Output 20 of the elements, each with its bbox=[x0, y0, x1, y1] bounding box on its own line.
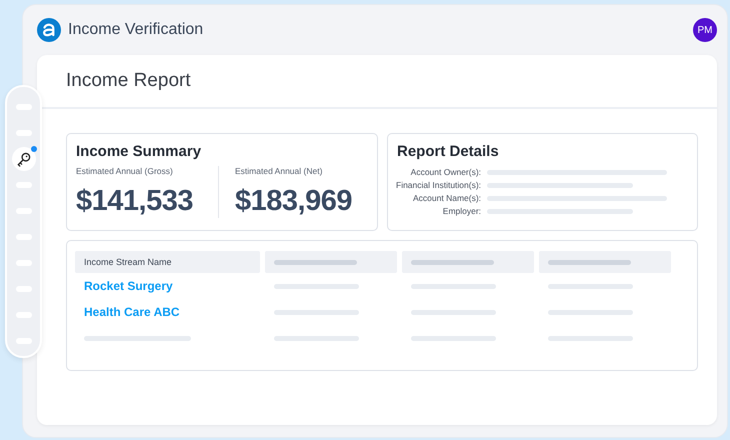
income-stream-link[interactable]: Health Care ABC bbox=[84, 305, 180, 319]
income-stream-link[interactable]: Rocket Surgery bbox=[84, 279, 173, 293]
field-label: Account Name(s): bbox=[412, 193, 482, 203]
figure-value: $183,969 bbox=[235, 185, 352, 218]
logo-icon bbox=[37, 18, 61, 42]
field-label: Account Owner(s): bbox=[410, 167, 482, 177]
column-label: Income Stream Name bbox=[84, 257, 172, 267]
key-icon bbox=[16, 152, 31, 166]
user-avatar[interactable]: PM bbox=[693, 18, 717, 42]
key-button[interactable] bbox=[12, 147, 36, 171]
figure-value: $141,533 bbox=[76, 185, 194, 218]
panel-title: Report Details bbox=[397, 143, 500, 160]
panel-title: Income Summary bbox=[76, 143, 202, 160]
field-label: Financial Institution(s): bbox=[396, 180, 482, 190]
figure-label: Estimated Annual (Net) bbox=[235, 166, 324, 176]
field-label: Employer: bbox=[442, 206, 482, 216]
figure-label: Estimated Annual (Gross) bbox=[76, 166, 174, 176]
notification-dot bbox=[30, 146, 36, 152]
page-title: Income Report bbox=[66, 70, 191, 92]
app-title: Income Verification bbox=[68, 21, 204, 39]
